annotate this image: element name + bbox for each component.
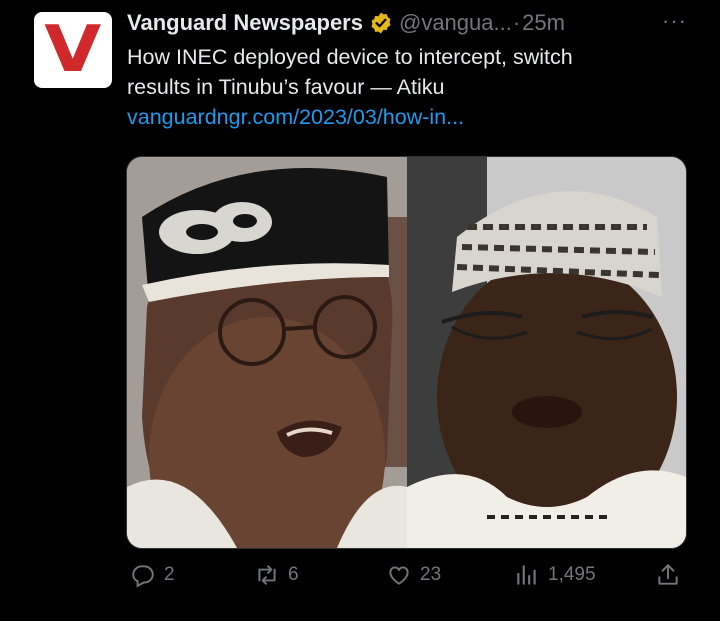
retweet-button[interactable]: 6 [254,562,299,588]
views-button[interactable]: 1,495 [514,562,596,588]
reply-icon [132,565,154,588]
like-icon [389,566,409,585]
tweet-timestamp[interactable]: 25m [522,10,565,36]
avatar-logo: V [44,13,102,87]
tweet-header: Vanguard Newspapers @vangua... · 25m ··· [127,8,687,38]
tweet-actions-bar: 2 6 23 1,495 [125,562,690,594]
tweet-link[interactable]: vanguardngr.com/2023/03/how-in... [127,102,697,132]
photo-right-man-in-cap [407,157,686,548]
like-button[interactable]: 23 [386,562,441,588]
verified-badge-icon [371,12,391,34]
portrait-right-illustration [407,157,686,548]
author-handle[interactable]: @vangua... [399,10,512,36]
tweet-text-line-1: How INEC deployed device to intercept, s… [127,45,573,69]
like-count: 23 [420,564,442,585]
photo-left-man-in-cap [127,157,407,548]
author-name[interactable]: Vanguard Newspapers [127,10,363,36]
more-options-icon[interactable]: ··· [662,8,687,34]
portrait-left-illustration [127,157,407,548]
tweet-text: How INEC deployed device to intercept, s… [127,42,697,132]
views-icon [517,565,536,585]
reply-count: 2 [164,564,175,585]
reply-button[interactable]: 2 [130,562,175,588]
views-count: 1,495 [548,564,596,585]
tweet-media-image[interactable] [126,156,687,549]
avatar[interactable]: V [34,12,112,88]
tweet-text-line-2: results in Tinubu’s favour — Atiku [127,75,445,99]
retweet-count: 6 [288,564,299,585]
share-button[interactable] [655,562,689,588]
share-icon [658,564,678,585]
separator-dot: · [512,10,521,35]
retweet-icon [258,565,276,585]
